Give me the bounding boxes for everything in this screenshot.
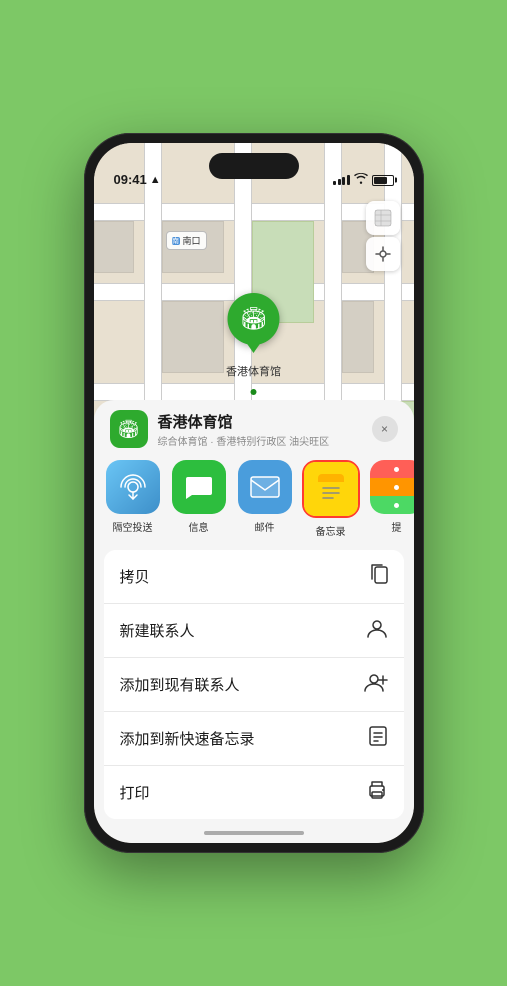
close-button[interactable]: × <box>372 416 398 442</box>
action-add-contact[interactable]: 添加到现有联系人 <box>104 658 404 712</box>
map-type-button[interactable] <box>366 201 400 235</box>
status-icons <box>333 173 394 187</box>
bottom-sheet: 🏟 香港体育馆 综合体育馆 · 香港特别行政区 油尖旺区 × <box>94 400 414 843</box>
airdrop-icon <box>106 460 160 514</box>
share-item-mail[interactable]: 邮件 <box>236 460 294 538</box>
more-label: 提 <box>392 519 402 534</box>
share-item-message[interactable]: 信息 <box>170 460 228 538</box>
place-icon: 🏟 <box>110 410 148 448</box>
action-copy[interactable]: 拷贝 <box>104 550 404 604</box>
message-label: 信息 <box>189 519 209 534</box>
share-row: 隔空投送 信息 <box>94 448 414 546</box>
mail-label: 邮件 <box>255 519 275 534</box>
battery-icon <box>372 175 394 186</box>
action-list: 拷贝 新建联系人 <box>104 550 404 819</box>
print-label: 打印 <box>120 782 150 803</box>
add-note-icon <box>368 725 388 752</box>
map-label: 南 南口 <box>166 231 207 250</box>
copy-label: 拷贝 <box>120 566 150 587</box>
map-label-text: 南口 <box>183 234 201 247</box>
action-add-note[interactable]: 添加到新快速备忘录 <box>104 712 404 766</box>
wifi-icon <box>354 173 368 187</box>
action-print[interactable]: 打印 <box>104 766 404 819</box>
notes-icon <box>304 462 358 516</box>
status-time: 09:41 <box>114 172 147 187</box>
location-arrow-icon: ▲ <box>150 174 161 186</box>
add-contact-icon <box>364 671 388 698</box>
share-item-notes[interactable]: 备忘录 <box>302 460 360 538</box>
place-header: 🏟 香港体育馆 综合体育馆 · 香港特别行政区 油尖旺区 × <box>94 400 414 448</box>
share-item-more[interactable]: 提 <box>368 460 414 538</box>
mail-icon <box>238 460 292 514</box>
message-icon <box>172 460 226 514</box>
new-contact-label: 新建联系人 <box>120 620 195 641</box>
copy-icon <box>368 563 388 590</box>
signal-bars <box>333 175 350 185</box>
phone-frame: 09:41 ▲ <box>84 133 424 853</box>
action-new-contact[interactable]: 新建联系人 <box>104 604 404 658</box>
dynamic-island <box>209 153 299 179</box>
notes-icon-wrapper <box>302 460 360 518</box>
stadium-pin: 🏟 香港体育馆 <box>226 293 281 379</box>
place-name: 香港体育馆 <box>158 411 372 432</box>
location-button[interactable] <box>366 237 400 271</box>
airdrop-label: 隔空投送 <box>113 519 153 534</box>
pin-label: 香港体育馆 <box>226 363 281 379</box>
place-info: 🏟 香港体育馆 综合体育馆 · 香港特别行政区 油尖旺区 <box>110 410 372 448</box>
stadium-icon: 🏟 <box>240 306 268 332</box>
more-icon <box>370 460 414 514</box>
place-description: 综合体育馆 · 香港特别行政区 油尖旺区 <box>158 433 372 448</box>
print-icon <box>366 779 388 806</box>
add-contact-label: 添加到现有联系人 <box>120 674 240 695</box>
add-note-label: 添加到新快速备忘录 <box>120 728 255 749</box>
home-indicator <box>204 831 304 835</box>
phone-screen: 09:41 ▲ <box>94 143 414 843</box>
map-controls <box>366 201 400 271</box>
notes-label: 备忘录 <box>316 523 346 538</box>
new-contact-icon <box>366 617 388 644</box>
share-item-airdrop[interactable]: 隔空投送 <box>104 460 162 538</box>
